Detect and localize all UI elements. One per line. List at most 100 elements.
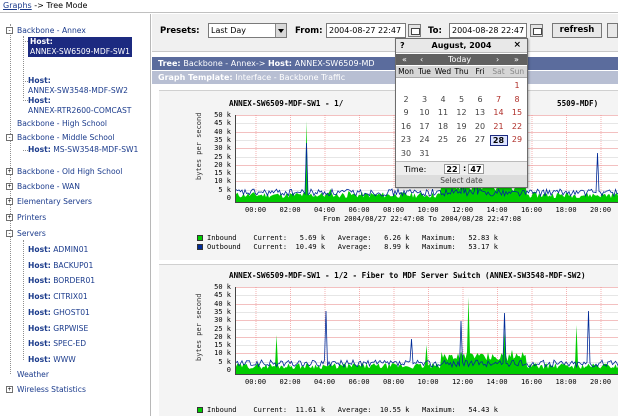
tree-host-www[interactable]: Host: WWW [28, 355, 76, 365]
tree-connector [23, 240, 24, 360]
prev-month-button[interactable]: ‹ [420, 54, 423, 65]
collapse-annex-toggle[interactable]: - [6, 27, 13, 34]
calendar-day[interactable]: 19 [453, 122, 471, 131]
tree-host-citrix01[interactable]: Host: CITRIX01 [28, 292, 88, 302]
chevron-down-icon[interactable] [275, 24, 286, 37]
x-tick-label: 18:00 [555, 206, 577, 214]
calendar-day[interactable]: 1 [508, 81, 526, 90]
calendar-day[interactable]: 7 [490, 95, 508, 104]
breadcrumb-current: Tree Mode [46, 1, 88, 10]
calendar-day[interactable]: 20 [471, 122, 489, 131]
today-button[interactable]: Today [448, 54, 471, 65]
calendar-day[interactable]: 12 [453, 108, 471, 117]
expand-wireless-toggle[interactable]: + [6, 386, 13, 393]
calendar-day[interactable]: 24 [416, 135, 434, 144]
tree-host-admin01[interactable]: Host: ADMIN01 [28, 245, 88, 255]
calendar-day[interactable]: 31 [416, 149, 434, 158]
expand-old-high-school-toggle[interactable]: + [6, 168, 13, 175]
tree-item-backbone-middle-school[interactable]: Backbone - Middle School [17, 133, 115, 143]
minute-field[interactable]: 47 [468, 164, 484, 174]
tree-item-weather[interactable]: Weather [17, 370, 49, 380]
calendar-status: Select date [396, 175, 527, 187]
calendar-day[interactable]: 5 [453, 95, 471, 104]
calendar-day[interactable]: 22 [508, 122, 526, 131]
inbound-legend-row: Inbound Current: 11.61 k Average: 10.55 … [207, 406, 498, 414]
x-tick-label: 06:00 [348, 206, 370, 214]
tree-host-backup01[interactable]: Host: BACKUP01 [28, 261, 93, 271]
tree-host-spec-ed[interactable]: Host: SPEC-ED [28, 339, 86, 349]
next-year-button[interactable]: » [514, 54, 519, 65]
tree-host-annex-sw3548[interactable]: Host: ANNEX-SW3548-MDF-SW2 [28, 76, 128, 96]
presets-select-value: Last Day [211, 26, 247, 35]
calendar-day[interactable]: 21 [490, 122, 508, 131]
calendar-day[interactable]: 17 [416, 122, 434, 131]
to-date-input[interactable]: 2004-08-28 22:47 [449, 23, 527, 38]
y-tick-label: 35 k [214, 136, 231, 144]
y-tick-label: 5 k [218, 186, 231, 194]
next-month-button[interactable]: › [496, 54, 499, 65]
tree-item-backbone-wan[interactable]: Backbone - WAN [17, 182, 80, 192]
tree-host-annex-sw6509[interactable]: Host: ANNEX-SW6509-MDF-SW1 [28, 37, 132, 57]
weekday-label: Mon [398, 67, 414, 76]
calendar-day[interactable]: 26 [453, 135, 471, 144]
inbound-area [236, 297, 618, 374]
calendar-day[interactable]: 9 [397, 108, 415, 117]
traffic-graph-1[interactable]: ANNEX-SW6509-MDF-SW1 - 1/5509-MDF) bytes… [159, 90, 618, 260]
calendar-day[interactable]: 6 [471, 95, 489, 104]
calendar-day[interactable]: 27 [471, 135, 489, 144]
calendar-icon[interactable] [408, 24, 421, 37]
weekday-label: Tue [418, 67, 431, 76]
breadcrumb-graphs-link[interactable]: Graphs [3, 1, 32, 10]
tree-item-printers[interactable]: Printers [17, 213, 46, 223]
clear-button[interactable] [607, 23, 618, 38]
x-tick-label: 14:00 [486, 206, 508, 214]
close-icon[interactable]: × [513, 40, 521, 50]
expand-elementary-toggle[interactable]: + [6, 198, 13, 205]
tree-item-backbone-old-high-school[interactable]: Backbone - Old High School [17, 167, 122, 177]
calendar-day[interactable]: 8 [508, 95, 526, 104]
graph-plot-area [235, 287, 618, 375]
x-tick-label: 02:00 [279, 206, 301, 214]
calendar-icon[interactable] [530, 24, 543, 37]
tree-item-servers[interactable]: Servers [17, 229, 46, 239]
hour-field[interactable]: 22 [444, 164, 460, 174]
graph-timespan-text: From 2004/08/27 22:47:08 To 2004/08/28 2… [323, 215, 522, 223]
traffic-graph-2[interactable]: ANNEX-SW6509-MDF-SW1 - 1/2 - Fiber to MD… [159, 264, 618, 416]
presets-select[interactable]: Last Day [208, 23, 287, 38]
calendar-day[interactable]: 18 [434, 122, 452, 131]
prev-year-button[interactable]: « [402, 54, 407, 65]
expand-wan-toggle[interactable]: + [6, 183, 13, 190]
refresh-button[interactable]: refresh [552, 23, 602, 38]
calendar-day[interactable]: 2 [397, 95, 415, 104]
collapse-servers-toggle[interactable]: - [6, 230, 13, 237]
calendar-day[interactable]: 4 [434, 95, 452, 104]
tree-host-annex-rtr2600[interactable]: Host: ANNEX-RTR2600-COMCAST [28, 96, 131, 116]
tree-item-backbone-high-school[interactable]: Backbone - High School [17, 119, 107, 129]
tree-host-grpwise[interactable]: Host: GRPWISE [28, 324, 88, 334]
tree-host-border01[interactable]: Host: BORDER01 [28, 276, 95, 286]
calendar-day[interactable]: 23 [397, 135, 415, 144]
tree-item-backbone-annex[interactable]: Backbone - Annex [17, 26, 86, 36]
calendar-day[interactable]: 14 [490, 108, 508, 117]
calendar-day[interactable]: 13 [471, 108, 489, 117]
tree-item-elementary-servers[interactable]: Elementary Servers [17, 197, 92, 207]
calendar-day[interactable]: 11 [434, 108, 452, 117]
calendar-day[interactable]: 29 [508, 135, 526, 144]
tree-item-wireless-statistics[interactable]: Wireless Statistics [17, 385, 86, 395]
date-picker-popup[interactable]: ? August, 2004 × « ‹ Today › » Mon Tue Wed… [395, 38, 528, 188]
collapse-middle-school-toggle[interactable]: - [6, 134, 13, 141]
calendar-day[interactable]: 28 [489, 135, 508, 146]
calendar-day[interactable]: 25 [434, 135, 452, 144]
calendar-day[interactable]: 3 [416, 95, 434, 104]
x-tick-label: 10:00 [417, 206, 439, 214]
y-tick-label: 40 k [214, 128, 231, 136]
from-date-input[interactable]: 2004-08-27 22:47 [326, 23, 406, 38]
tree-host-ghost01[interactable]: Host: GHOST01 [28, 308, 90, 318]
tree-host-ms-sw3548[interactable]: Host: MS-SW3548-MDF-SW1 [28, 145, 138, 155]
calendar-day[interactable]: 30 [397, 149, 415, 158]
expand-printers-toggle[interactable]: + [6, 214, 13, 221]
calendar-day[interactable]: 10 [416, 108, 434, 117]
calendar-day[interactable]: 16 [397, 122, 415, 131]
calendar-day[interactable]: 15 [508, 108, 526, 117]
x-tick-label: 00:00 [245, 206, 267, 214]
